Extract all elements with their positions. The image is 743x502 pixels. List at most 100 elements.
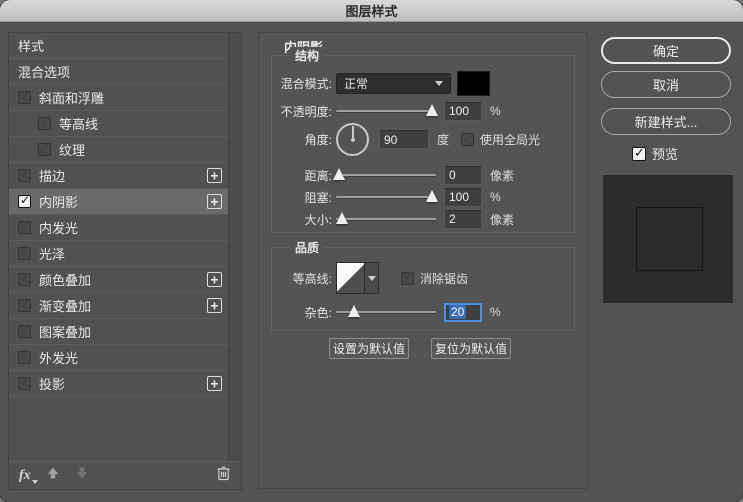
choke-unit: % <box>490 190 501 204</box>
blend-mode-label: 混合模式: <box>272 75 332 92</box>
angle-hub <box>351 138 355 142</box>
effect-checkbox[interactable] <box>18 91 31 104</box>
contour-label: 等高线: <box>272 270 332 287</box>
trash-icon <box>216 465 231 481</box>
blend-mode-select[interactable]: 正常 <box>336 73 451 94</box>
move-effect-down-button[interactable] <box>75 466 89 485</box>
effect-checkbox[interactable] <box>38 117 51 130</box>
slider-track <box>336 218 436 220</box>
effect-checkbox[interactable] <box>38 143 51 156</box>
effect-checkbox[interactable] <box>18 221 31 234</box>
sidebar-item-stroke[interactable]: 描边 <box>9 163 228 189</box>
sidebar-item-drop-shadow[interactable]: 投影 <box>9 371 228 397</box>
noise-slider[interactable] <box>336 303 436 321</box>
sidebar-item-label: 混合选项 <box>18 62 70 81</box>
choke-label: 阻塞: <box>272 189 332 206</box>
contour-thumbnail[interactable] <box>336 262 365 294</box>
contour-dropdown-arrow[interactable] <box>365 262 379 294</box>
shadow-color-swatch[interactable] <box>457 71 490 96</box>
use-global-light-label: 使用全局光 <box>480 131 540 148</box>
quality-legend: 品质 <box>290 239 324 256</box>
make-default-button[interactable]: 设置为默认值 <box>329 338 409 359</box>
sidebar-item-label: 描边 <box>39 166 65 185</box>
angle-dial[interactable] <box>336 123 369 156</box>
noise-input[interactable]: 20 <box>444 303 482 322</box>
distance-input[interactable]: 0 <box>444 166 482 185</box>
contour-picker[interactable] <box>336 262 379 294</box>
cancel-button[interactable]: 取消 <box>601 71 731 98</box>
anti-alias-checkbox[interactable] <box>401 272 414 285</box>
sidebar-item-label: 渐变叠加 <box>39 296 91 315</box>
distance-slider[interactable] <box>336 166 436 184</box>
fx-menu-button[interactable]: fx <box>19 468 31 484</box>
ok-button[interactable]: 确定 <box>601 37 731 64</box>
sidebar-item-texture[interactable]: 纹理 <box>9 137 228 163</box>
quality-group: 品质 等高线: 消除锯齿 杂色: 20 <box>271 247 575 331</box>
sidebar-scrollbar[interactable] <box>228 33 241 461</box>
effect-checkbox[interactable] <box>18 351 31 364</box>
chevron-down-icon <box>368 276 376 281</box>
size-slider[interactable] <box>336 210 436 228</box>
add-effect-icon[interactable] <box>207 298 222 313</box>
noise-row: 杂色: 20 % <box>272 301 574 323</box>
effect-checkbox[interactable] <box>18 169 31 182</box>
reset-default-button[interactable]: 复位为默认值 <box>431 338 511 359</box>
slider-thumb[interactable] <box>336 212 348 224</box>
add-effect-icon[interactable] <box>207 272 222 287</box>
arrow-up-icon <box>46 466 60 480</box>
add-effect-icon[interactable] <box>207 168 222 183</box>
effect-checkbox[interactable] <box>18 299 31 312</box>
effect-checkbox[interactable] <box>18 377 31 390</box>
sidebar-item-blending-options[interactable]: 混合选项 <box>9 59 228 85</box>
sidebar-item-label: 颜色叠加 <box>39 270 91 289</box>
effect-checkbox[interactable] <box>18 273 31 286</box>
structure-legend: 结构 <box>290 47 324 64</box>
angle-input[interactable]: 90 <box>379 130 429 149</box>
sidebar-item-inner-glow[interactable]: 内发光 <box>9 215 228 241</box>
sidebar-item-styles[interactable]: 样式 <box>9 33 228 59</box>
effect-checkbox[interactable] <box>18 247 31 260</box>
sidebar-item-gradient-overlay[interactable]: 渐变叠加 <box>9 293 228 319</box>
sidebar-footer: fx <box>9 461 241 489</box>
slider-track <box>336 110 436 112</box>
anti-alias-label: 消除锯齿 <box>420 270 468 287</box>
sidebar-item-pattern-overlay[interactable]: 图案叠加 <box>9 319 228 345</box>
title-bar[interactable]: 图层样式 <box>0 0 743 22</box>
add-effect-icon[interactable] <box>207 376 222 391</box>
choke-slider[interactable] <box>336 188 436 206</box>
move-effect-up-button[interactable] <box>46 466 60 485</box>
choke-input[interactable]: 100 <box>444 188 482 207</box>
dialog-title: 图层样式 <box>345 1 397 20</box>
use-global-light-checkbox[interactable] <box>461 133 474 146</box>
add-effect-icon[interactable] <box>207 194 222 209</box>
chevron-down-icon <box>435 81 443 86</box>
size-input[interactable]: 2 <box>444 210 482 229</box>
preview-checkbox[interactable] <box>632 147 646 161</box>
effect-checkbox[interactable] <box>18 195 31 208</box>
sidebar-item-bevel-emboss[interactable]: 斜面和浮雕 <box>9 85 228 111</box>
sidebar-item-outer-glow[interactable]: 外发光 <box>9 345 228 371</box>
sidebar-item-color-overlay[interactable]: 颜色叠加 <box>9 267 228 293</box>
slider-thumb[interactable] <box>426 190 438 202</box>
sidebar-item-satin[interactable]: 光泽 <box>9 241 228 267</box>
opacity-label: 不透明度: <box>272 103 332 120</box>
distance-unit: 像素 <box>490 167 514 184</box>
preview-thumbnail <box>603 175 733 303</box>
sidebar-item-label: 内发光 <box>39 218 78 237</box>
new-style-button[interactable]: 新建样式... <box>601 108 731 135</box>
sidebar-item-contour[interactable]: 等高线 <box>9 111 228 137</box>
sidebar-item-inner-shadow[interactable]: 内阴影 <box>9 189 228 215</box>
effect-checkbox[interactable] <box>18 325 31 338</box>
sidebar-item-label: 样式 <box>18 36 44 55</box>
slider-thumb[interactable] <box>333 168 345 180</box>
preview-label: 预览 <box>652 144 678 163</box>
noise-label: 杂色: <box>272 304 332 321</box>
delete-effect-button[interactable] <box>216 465 231 486</box>
styles-sidebar: 样式 混合选项 斜面和浮雕 等高线 纹理 描边 <box>8 32 242 490</box>
slider-thumb[interactable] <box>348 305 360 317</box>
choke-row: 阻塞: 100 % <box>272 186 574 208</box>
opacity-slider[interactable] <box>336 102 436 120</box>
arrow-down-icon <box>75 466 89 480</box>
opacity-input[interactable]: 100 <box>444 102 482 121</box>
slider-thumb[interactable] <box>426 104 438 116</box>
